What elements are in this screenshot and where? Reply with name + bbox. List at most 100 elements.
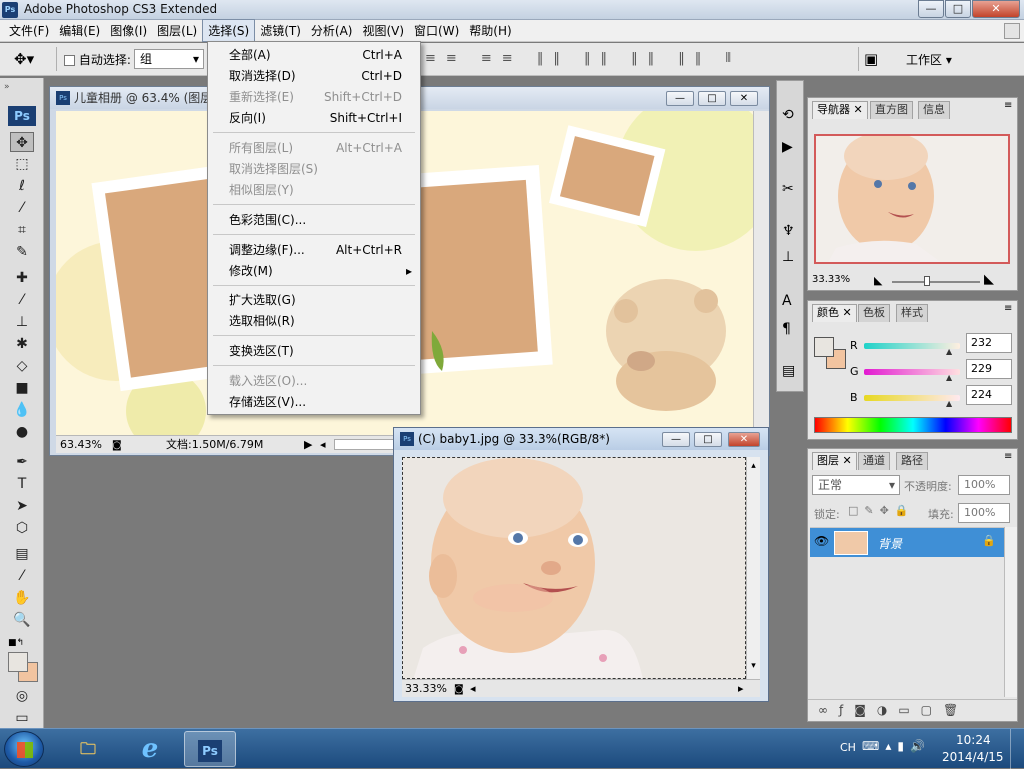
dodge-tool-icon[interactable]: ● <box>10 422 34 442</box>
lock-buttons[interactable]: □✎✥🔒 <box>848 504 915 517</box>
actions-panel-icon[interactable]: ▶ <box>782 139 793 155</box>
menu-item-deselect[interactable]: 取消选择(D) Ctrl+D <box>208 66 420 87</box>
pen-tool-icon[interactable]: ✒ <box>10 452 34 472</box>
menu-item-inverse[interactable]: 反向(I) Shift+Ctrl+I <box>208 108 420 129</box>
maximize-button[interactable]: □ <box>945 0 971 18</box>
menu-item-modify[interactable]: 修改(M) ▸ <box>208 261 420 282</box>
scroll-left-icon[interactable]: ◂ <box>470 680 476 697</box>
doc1-zoom[interactable]: 63.43% <box>60 436 102 453</box>
menu-help[interactable]: 帮助(H) <box>464 20 516 41</box>
slider-thumb-icon[interactable]: ▲ <box>946 347 952 356</box>
layers-scrollbar[interactable] <box>1004 527 1017 697</box>
doc2-close-button[interactable]: ✕ <box>728 432 760 447</box>
layers-footer-buttons[interactable]: ∞ƒ◙◑▭▢🗑 <box>808 699 1017 721</box>
panel-menu-icon[interactable]: ≡ <box>1004 303 1012 314</box>
layer-row-background[interactable]: 👁 背景 🔒 <box>810 527 1004 557</box>
type-tool-icon[interactable]: T <box>10 474 34 494</box>
character-panel-icon[interactable]: A <box>782 293 792 309</box>
navigator-zoom-thumb[interactable] <box>924 276 930 286</box>
blend-mode-select[interactable]: 正常 ▾ <box>812 475 900 495</box>
tab-styles[interactable]: 样式 <box>896 304 928 322</box>
menu-window[interactable]: 窗口(W) <box>409 20 464 41</box>
minimize-button[interactable]: — <box>918 0 944 18</box>
panel-collapse-icon[interactable]: » <box>4 82 40 92</box>
hand-tool-icon[interactable]: ✋ <box>10 588 34 608</box>
doc1-horizontal-scrollbar[interactable] <box>334 439 394 450</box>
lasso-tool-icon[interactable]: ℓ <box>10 176 34 196</box>
paragraph-panel-icon[interactable]: ¶ <box>782 321 791 337</box>
opacity-field[interactable]: 100% <box>958 475 1010 495</box>
history-brush-icon[interactable]: ✱ <box>10 334 34 354</box>
doc1-vertical-scrollbar[interactable] <box>753 111 769 435</box>
tab-swatches[interactable]: 色板 <box>858 304 890 322</box>
clone-source-icon[interactable]: ⊥ <box>782 249 794 265</box>
marquee-tool-icon[interactable]: ⬚ <box>10 154 34 174</box>
path-selection-icon[interactable]: ➤ <box>10 496 34 516</box>
tray-icons[interactable]: ⌨▴▮🔊 <box>862 739 931 753</box>
layer-name[interactable]: 背景 <box>878 535 902 552</box>
photoshop-taskbar-button[interactable]: Ps <box>184 731 236 767</box>
status-menu-icon[interactable]: ◙ <box>454 681 464 698</box>
healing-brush-icon[interactable]: ✚ <box>10 268 34 288</box>
align-buttons[interactable]: ≡≡ ≡≡ ‖‖ ‖‖ ‖‖ ‖‖ ⦀ <box>425 51 741 66</box>
tool-presets-icon[interactable]: ✂ <box>782 181 794 197</box>
menu-file[interactable]: 文件(F) <box>4 20 54 41</box>
menu-analysis[interactable]: 分析(A) <box>306 20 358 41</box>
menu-image[interactable]: 图像(I) <box>105 20 152 41</box>
eye-icon[interactable]: 👁 <box>814 534 829 548</box>
move-tool-icon[interactable]: ✥ <box>10 132 34 152</box>
color-fg-swatch[interactable] <box>814 337 834 357</box>
tab-color[interactable]: 颜色 ✕ <box>812 304 857 322</box>
menu-item-refine-edge[interactable]: 调整边缘(F)... Alt+Ctrl+R <box>208 240 420 261</box>
tab-layers[interactable]: 图层 ✕ <box>812 452 857 470</box>
foreground-color-swatch[interactable] <box>8 652 28 672</box>
menu-view[interactable]: 视图(V) <box>357 20 409 41</box>
shape-tool-icon[interactable]: ⬡ <box>10 518 34 538</box>
doc1-close-button[interactable]: ✕ <box>730 91 758 106</box>
bridge-icon[interactable]: ▣ <box>864 50 878 68</box>
channel-r-value[interactable]: 232 <box>966 333 1012 353</box>
doc2-minimize-button[interactable]: — <box>662 432 690 447</box>
doc2-vertical-scrollbar[interactable]: ▴ ▾ <box>746 457 760 679</box>
tab-paths[interactable]: 路径 <box>896 452 928 470</box>
tab-histogram[interactable]: 直方图 <box>870 101 913 119</box>
brush-tool-icon[interactable]: ⁄ <box>10 290 34 310</box>
move-tool-preset-icon[interactable]: ✥▾ <box>14 50 34 68</box>
scroll-left-icon[interactable]: ◂ <box>320 436 326 453</box>
menu-item-similar[interactable]: 选取相似(R) <box>208 311 420 332</box>
menu-filter[interactable]: 滤镜(T) <box>255 20 306 41</box>
slice-tool-icon[interactable]: ✎ <box>10 242 34 262</box>
menu-edit[interactable]: 编辑(E) <box>54 20 105 41</box>
eraser-tool-icon[interactable]: ◇ <box>10 356 34 376</box>
menu-item-save-selection[interactable]: 存储选区(V)... <box>208 392 420 413</box>
tab-info[interactable]: 信息 <box>918 101 950 119</box>
screen-mode-icon[interactable]: ▭ <box>10 708 34 728</box>
ie-taskbar-icon[interactable]: ℯ <box>124 731 176 767</box>
status-arrow-icon[interactable]: ▶ <box>304 436 312 453</box>
show-desktop-button[interactable] <box>1010 729 1024 769</box>
tab-channels[interactable]: 通道 <box>858 452 890 470</box>
workspace-menu[interactable]: 工作区 ▾ <box>906 51 952 68</box>
slider-thumb-icon[interactable]: ▲ <box>946 399 952 408</box>
fill-field[interactable]: 100% <box>958 503 1010 523</box>
channel-b-value[interactable]: 224 <box>966 385 1012 405</box>
menu-item-select-all[interactable]: 全部(A) Ctrl+A <box>208 45 420 66</box>
doc2-maximize-button[interactable]: □ <box>694 432 722 447</box>
layer-comps-icon[interactable]: ▤ <box>782 363 795 379</box>
scroll-right-icon[interactable]: ▸ <box>738 680 744 697</box>
quick-mask-icon[interactable]: ◎ <box>10 686 34 706</box>
panel-menu-icon[interactable]: ≡ <box>1004 100 1012 111</box>
history-panel-icon[interactable]: ⟲ <box>782 107 794 123</box>
channel-g-value[interactable]: 229 <box>966 359 1012 379</box>
explorer-taskbar-icon[interactable]: 🗀 <box>62 731 114 767</box>
default-colors-icon[interactable]: ■↰ <box>8 638 24 648</box>
blur-tool-icon[interactable]: 💧 <box>10 400 34 420</box>
zoom-in-icon[interactable]: ◣ <box>984 272 994 287</box>
brushes-panel-icon[interactable]: ♆ <box>782 223 795 239</box>
clone-stamp-icon[interactable]: ⊥ <box>10 312 34 332</box>
crop-tool-icon[interactable]: ⌗ <box>10 220 34 240</box>
auto-select-combo[interactable]: 组 ▾ <box>134 49 204 69</box>
zoom-tool-icon[interactable]: 🔍 <box>10 610 34 630</box>
close-button[interactable]: ✕ <box>972 0 1020 18</box>
auto-select-checkbox[interactable] <box>64 55 75 66</box>
